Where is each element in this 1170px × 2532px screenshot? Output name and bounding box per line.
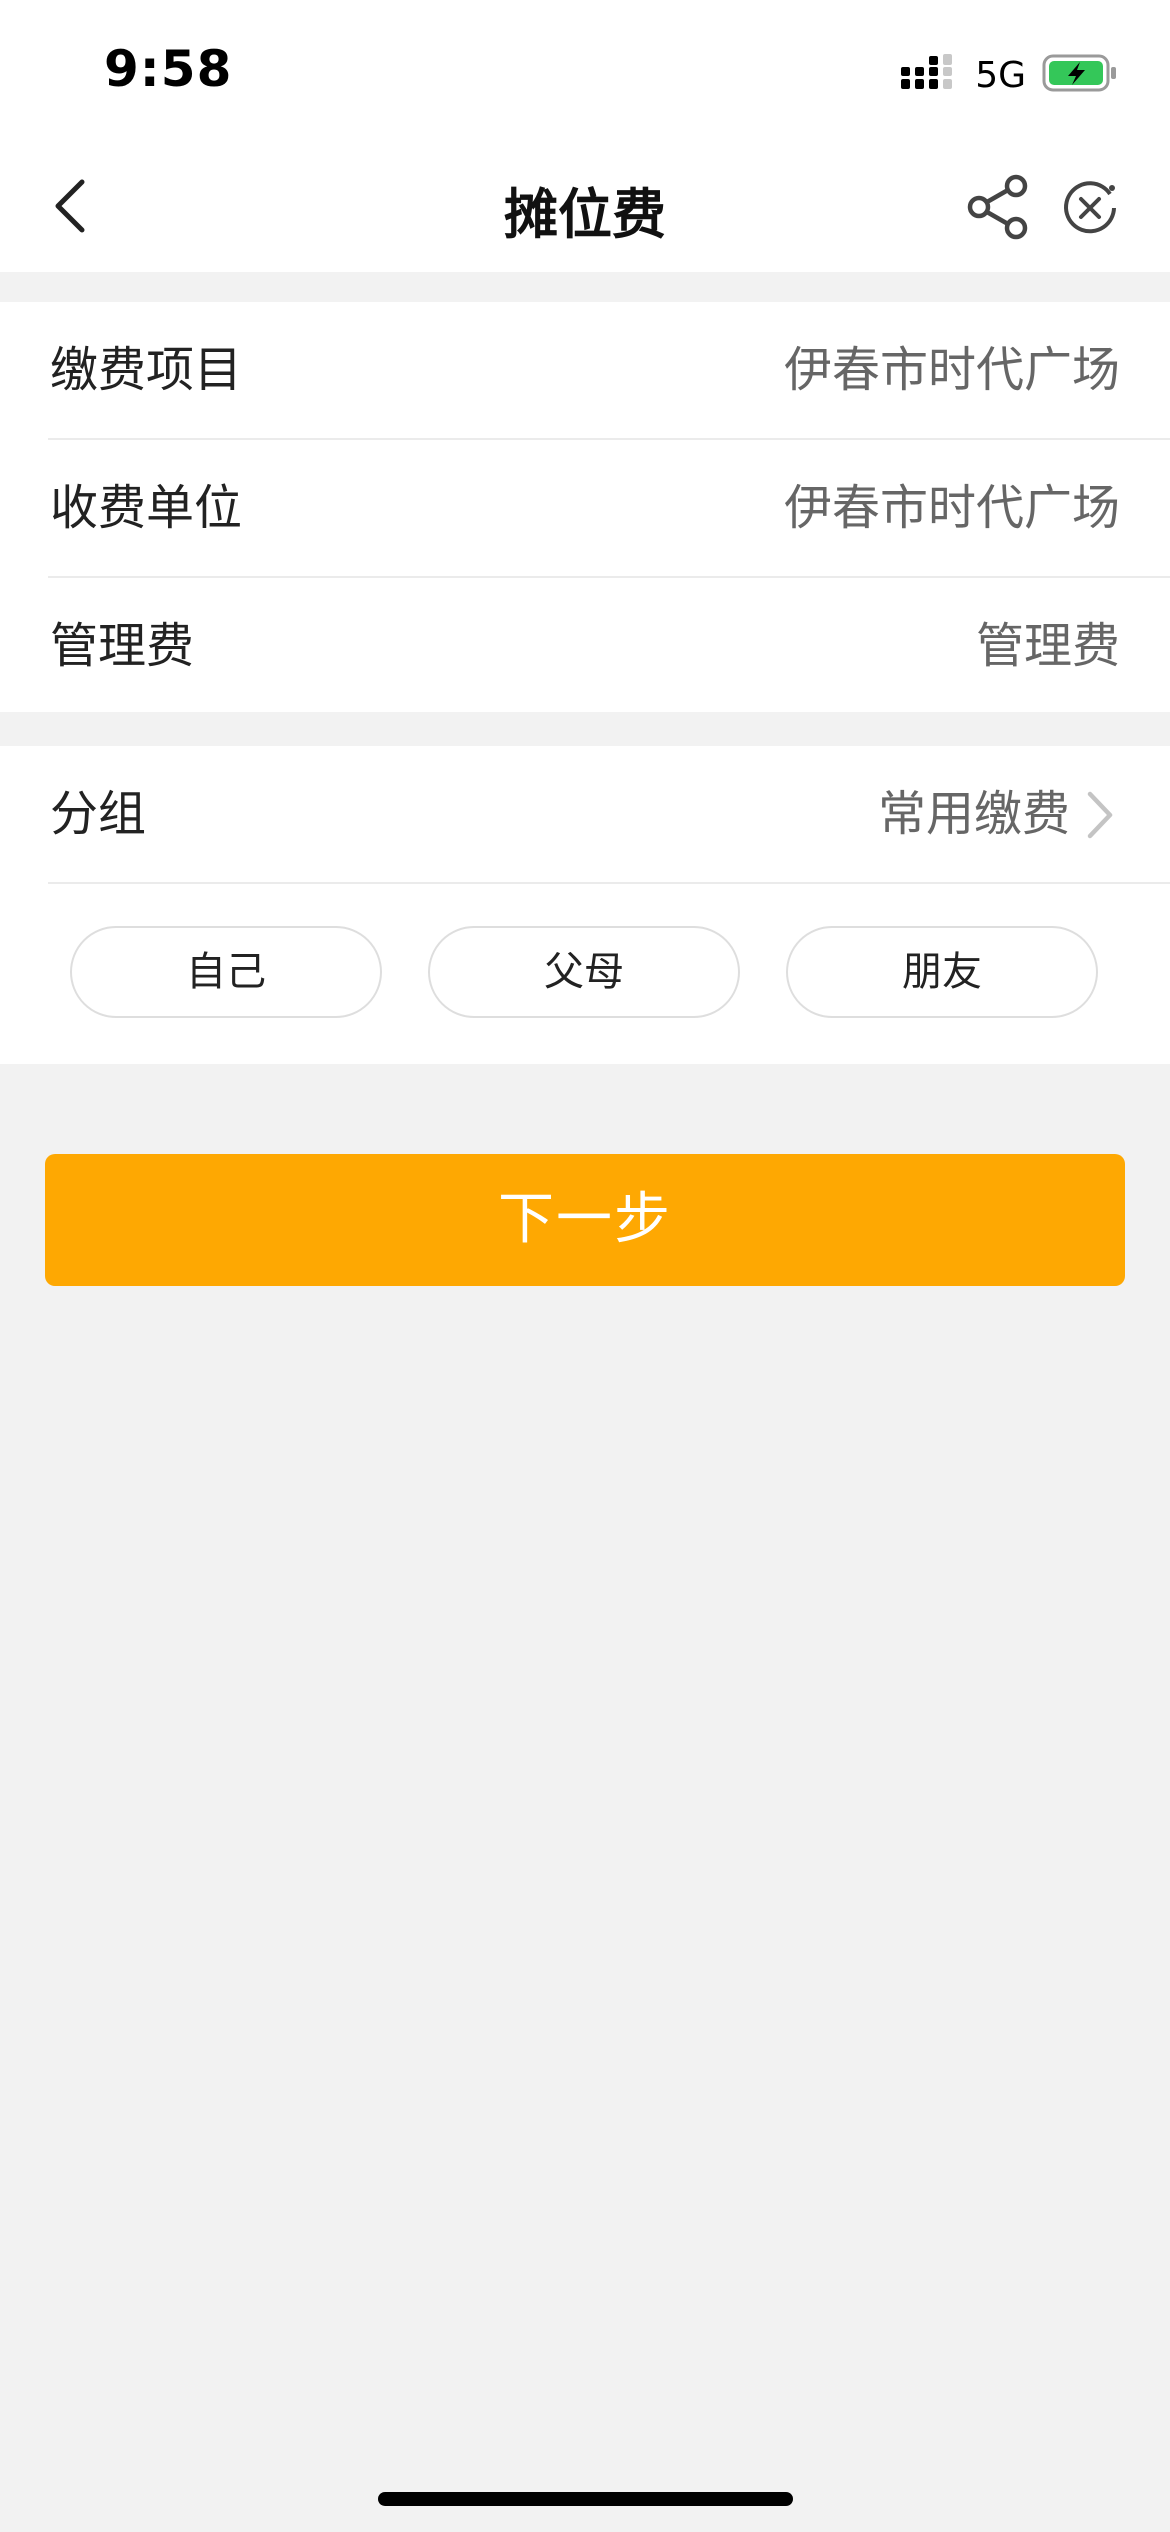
divider xyxy=(48,882,1170,884)
detail-label: 缴费项目 xyxy=(50,342,243,398)
status-bar: 9:58 5G xyxy=(0,0,1170,140)
detail-label: 收费单位 xyxy=(50,480,243,536)
detail-row-fee: 管理费 管理费 xyxy=(0,578,1170,714)
payment-details-section: 缴费项目 伊春市时代广场 收费单位 伊春市时代广场 管理费 管理费 xyxy=(0,302,1170,712)
group-option-self[interactable]: 自己 xyxy=(70,926,382,1018)
group-label: 分组 xyxy=(50,786,147,842)
share-icon xyxy=(967,174,1028,240)
group-option-parents[interactable]: 父母 xyxy=(428,926,740,1018)
network-type-label: 5G xyxy=(975,54,1026,96)
status-indicators: 5G xyxy=(901,52,1118,98)
detail-value: 伊春市时代广场 xyxy=(783,342,1120,398)
home-indicator xyxy=(378,2492,793,2506)
status-time: 9:58 xyxy=(104,40,233,98)
group-selector-row[interactable]: 分组 常用缴费 xyxy=(0,746,1170,882)
group-section: 分组 常用缴费 自己 父母 朋友 xyxy=(0,746,1170,1064)
group-option-friends[interactable]: 朋友 xyxy=(786,926,1098,1018)
detail-row-item: 缴费项目 伊春市时代广场 xyxy=(0,302,1170,438)
detail-value: 伊春市时代广场 xyxy=(783,480,1120,536)
next-step-button[interactable]: 下一步 xyxy=(45,1154,1125,1286)
battery-charging-icon xyxy=(1042,52,1118,98)
close-circle-icon xyxy=(1064,181,1116,234)
share-button[interactable] xyxy=(966,174,1032,240)
signal-icon xyxy=(901,53,957,97)
detail-row-payee: 收费单位 伊春市时代广场 xyxy=(0,440,1170,576)
chevron-right-icon xyxy=(1080,790,1120,840)
navigation-bar: 摊位费 xyxy=(0,140,1170,272)
detail-value: 管理费 xyxy=(975,618,1120,674)
group-value: 常用缴费 xyxy=(877,786,1070,842)
detail-label: 管理费 xyxy=(50,618,195,674)
close-button[interactable] xyxy=(1060,178,1120,238)
